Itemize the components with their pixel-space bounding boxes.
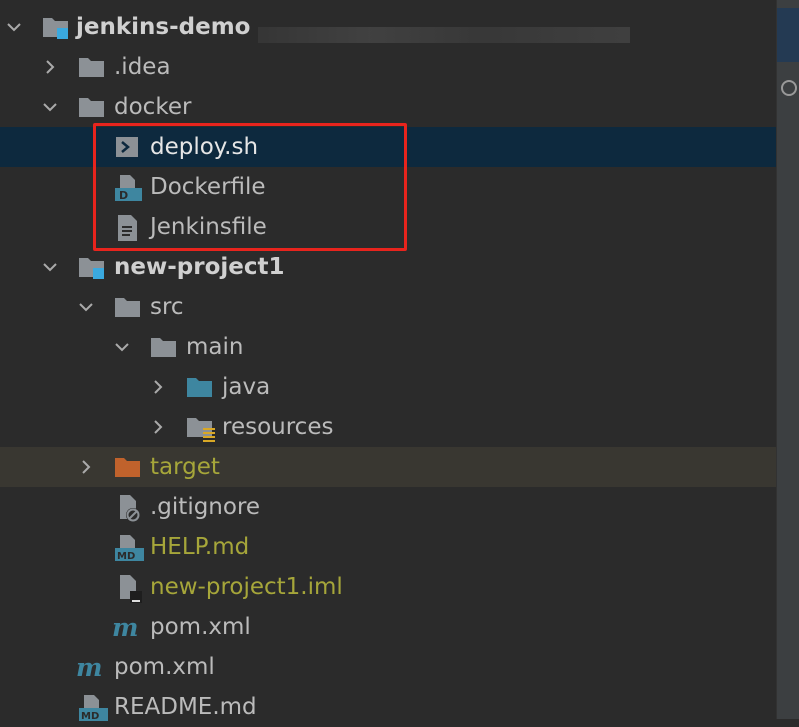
tree-label: .gitignore [150,494,261,520]
tree-label: java [222,374,271,400]
dockerfile-icon: D [114,174,142,202]
svg-text:MD: MD [117,551,135,562]
chevron-right-icon[interactable] [151,420,165,434]
tree-row-main[interactable]: main [0,327,776,367]
tree-label: new-project1.iml [150,574,343,600]
tree-label: resources [222,414,334,440]
text-file-icon [116,214,142,241]
folder-icon [78,54,104,80]
tree-row-dockerfile[interactable]: D Dockerfile [0,167,776,207]
module-folder-icon [78,254,104,280]
folder-icon [150,334,176,360]
tree-row-jenkins-demo[interactable]: jenkins-demo [0,7,776,47]
chevron-right-icon[interactable] [79,460,93,474]
tree-row-root-pom-xml[interactable]: m pom.xml [0,647,776,687]
project-tree: jenkins-demo .idea docker deploy.sh D Do… [0,0,776,722]
svg-text:m: m [112,614,138,642]
folder-icon [114,294,140,320]
tree-label: main [186,334,244,360]
tree-row-help-md[interactable]: MD HELP.md [0,527,776,567]
excluded-folder-icon [114,454,140,480]
redacted-path [258,27,630,43]
maven-icon: m [112,614,138,642]
module-folder-icon [42,14,68,40]
tree-row-src[interactable]: src [0,287,776,327]
tree-row-module-pom-xml[interactable]: m pom.xml [0,607,776,647]
iml-file-icon [114,574,142,603]
chevron-down-icon[interactable] [43,260,57,274]
shell-script-icon [114,134,140,160]
tree-row-idea[interactable]: .idea [0,47,776,87]
tree-row-java[interactable]: java [0,367,776,407]
maven-icon: m [76,654,102,682]
tree-row-new-project1-iml[interactable]: new-project1.iml [0,567,776,607]
tree-row-gitignore[interactable]: .gitignore [0,487,776,527]
svg-text:m: m [76,654,102,682]
tree-label: Jenkinsfile [150,214,267,240]
help-icon[interactable] [781,80,797,96]
tree-row-new-project1[interactable]: new-project1 [0,247,776,287]
tree-label-jenkins-demo: jenkins-demo [76,14,251,40]
tree-row-readme-md[interactable]: MD README.md [0,687,776,727]
chevron-down-icon[interactable] [79,300,93,314]
markdown-icon: MD [114,534,144,562]
tree-label: HELP.md [150,534,250,560]
tree-label: pom.xml [150,614,251,640]
tree-label: README.md [114,694,257,720]
tree-row-jenkinsfile[interactable]: Jenkinsfile [0,207,776,247]
chevron-down-icon[interactable] [7,20,21,34]
resources-folder-icon [186,414,215,442]
folder-icon [78,94,104,120]
tree-row-docker[interactable]: docker [0,87,776,127]
tree-label: target [150,454,220,480]
tree-row-deploy-sh[interactable]: deploy.sh [0,127,776,167]
tool-window-tab[interactable] [777,8,799,62]
tree-label: deploy.sh [150,134,259,160]
source-folder-icon [186,374,212,400]
svg-text:D: D [119,189,128,202]
chevron-down-icon[interactable] [43,100,57,114]
chevron-right-icon[interactable] [43,60,57,74]
tree-label: src [150,294,184,320]
chevron-right-icon[interactable] [151,380,165,394]
tree-label: Dockerfile [150,174,266,200]
markdown-icon: MD [78,694,108,722]
chevron-down-icon[interactable] [115,340,129,354]
side-tool-strip [776,0,799,719]
gitignore-icon [114,494,140,522]
svg-text:MD: MD [81,711,99,722]
tree-label: pom.xml [114,654,215,680]
tree-label: .idea [114,54,171,80]
tree-row-target[interactable]: target [0,447,776,487]
tree-row-resources[interactable]: resources [0,407,776,447]
tree-label: docker [114,94,192,120]
tree-label: new-project1 [114,254,285,280]
